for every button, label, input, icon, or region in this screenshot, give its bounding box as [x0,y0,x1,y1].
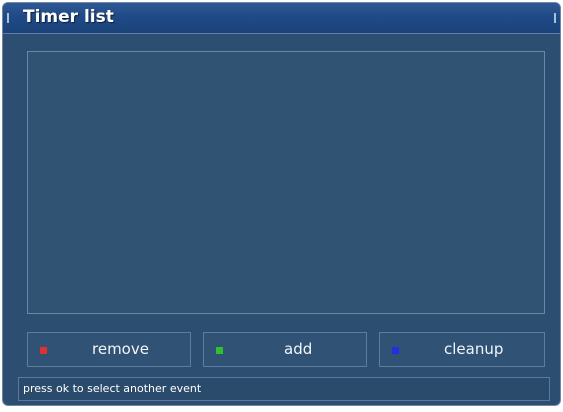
window-title: Timer list [23,7,114,27]
cleanup-button-label: cleanup [444,340,504,358]
remove-button-label: remove [92,340,149,358]
red-dot-icon [40,347,47,354]
title-bar: Timer list [3,3,560,34]
blue-dot-icon [392,347,399,354]
add-button[interactable]: add [203,332,367,367]
corner-mark-icon [554,13,556,23]
status-bar: press ok to select another event [18,377,550,401]
cleanup-button[interactable]: cleanup [379,332,545,367]
green-dot-icon [216,347,223,354]
status-text: press ok to select another event [23,382,202,395]
add-button-label: add [284,340,313,358]
corner-mark-icon [7,13,9,23]
remove-button[interactable]: remove [27,332,191,367]
timer-list[interactable] [27,51,545,314]
timer-list-window: Timer list remove add cleanup press ok t… [2,2,561,406]
